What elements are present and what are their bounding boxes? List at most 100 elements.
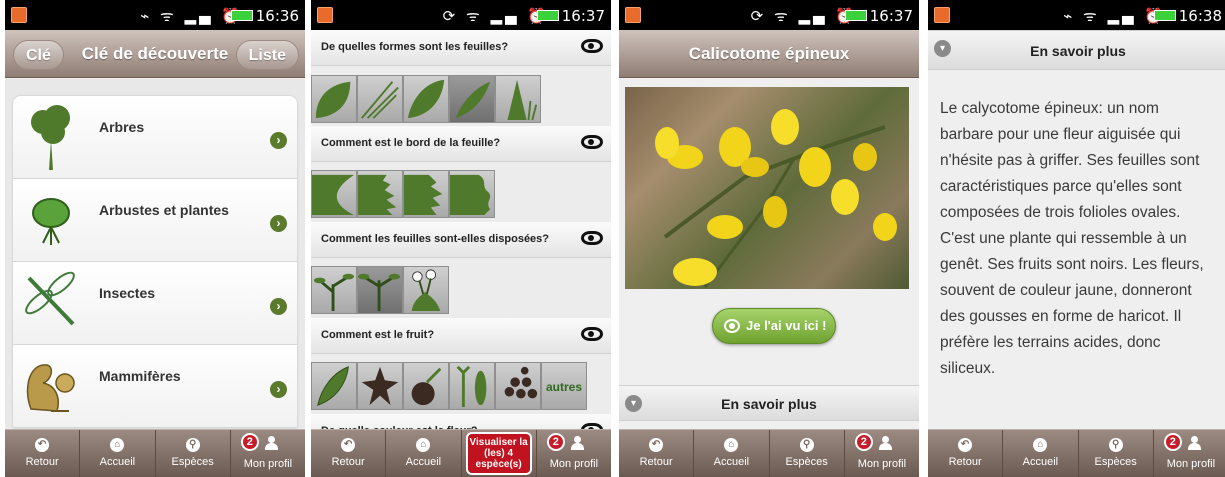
home-button[interactable]: ⌂ Accueil [386,430,462,477]
profile-button[interactable]: 2 Mon profil [845,430,919,477]
toothed-edge-icon [404,174,443,216]
option-lanceolate-leaf[interactable] [449,75,495,123]
lobed-edge-icon [450,174,491,216]
seen-here-button[interactable]: Je l'ai vu ici ! [712,308,836,344]
option-compound-leaf[interactable] [495,75,541,123]
option-lobed-edge[interactable] [449,170,495,218]
eye-icon[interactable] [581,231,603,245]
list-item-label: Mammifères [99,368,181,384]
more-info-bar[interactable]: ▾ En savoir plus [619,385,919,421]
option-star-fruit[interactable] [357,362,403,410]
profile-button[interactable]: 2 Mon profil [1154,430,1225,477]
option-smooth-edge[interactable] [311,170,357,218]
eye-icon [724,319,740,333]
option-other-fruit[interactable]: autres [541,362,587,410]
eye-icon[interactable] [581,39,603,53]
person-icon [570,436,584,450]
signal-icons: ⌁ ᯤ ▂▄ ⏰ [1063,7,1166,25]
status-bar: ⌁ ᯤ ▂▄ ⏰ 16:36 [5,0,305,30]
home-icon: ⌂ [416,438,431,452]
home-button[interactable]: ⌂ Accueil [80,430,156,477]
star-fruit-icon [361,366,399,406]
question-leaf-edge: Comment est le bord de la feuille? [311,126,611,162]
option-rosette[interactable] [403,266,449,314]
profile-button[interactable]: 2 Mon profil [231,430,305,477]
category-list: Arbres › Arbustes et plantes › Insectes … [13,96,297,428]
eye-icon[interactable] [581,135,603,149]
person-icon [264,436,278,450]
battery-icon [845,10,867,21]
smooth-edge-icon [312,174,355,216]
back-arrow-icon: ↶ [341,438,356,452]
screen-identification-key: ⟳ ᯤ ▂▄ ⏰ 16:37 De quelles formes sont le… [311,0,611,477]
list-item-mammiferes[interactable]: Mammifères › [13,345,297,428]
back-button[interactable]: ↶ Retour [619,430,695,477]
option-opposite[interactable] [357,266,403,314]
home-icon: ⌂ [724,438,739,452]
list-item-arbustes[interactable]: Arbustes et plantes › [13,179,297,262]
pod-icon [317,366,349,406]
option-capsule[interactable] [449,362,495,410]
species-photo [625,87,909,289]
option-cluster[interactable] [495,362,541,410]
status-time: 16:37 [869,7,913,25]
bottom-nav: ↶ Retour ⌂ Accueil ⚲ Espèces 2 Mon profil [928,429,1225,477]
dragonfly-icon [25,271,75,326]
status-bar: ⌁ ᯤ ▂▄ ⏰ 16:38 [928,0,1225,30]
profile-button[interactable]: 2 Mon profil [537,430,611,477]
category-area: Arbres › Arbustes et plantes › Insectes … [5,79,305,428]
screen-more-info: ⌁ ᯤ ▂▄ ⏰ 16:38 ▾ En savoir plus Le calyc… [928,0,1225,477]
list-item-label: Insectes [99,285,156,301]
back-arrow-icon: ↶ [958,438,973,452]
fruit-options: autres [311,362,611,410]
alternate-leaves-icon [313,273,355,312]
option-berry[interactable] [403,362,449,410]
list-item-arbres[interactable]: Arbres › [13,96,297,179]
option-serrated-edge[interactable] [357,170,403,218]
home-button[interactable]: ⌂ Accueil [1003,430,1079,477]
option-toothed-edge[interactable] [403,170,449,218]
eye-icon[interactable] [581,327,603,341]
chevron-right-icon: › [270,298,287,315]
notification-icon [934,7,950,23]
question-leaf-arrangement: Comment les feuilles sont-elles disposée… [311,222,611,258]
option-round-leaf[interactable] [311,75,357,123]
capsule-icon [456,365,487,408]
species-description: Le calycotome épineux: un nom barbare po… [940,100,1204,377]
oval-leaf-icon [407,79,445,119]
more-info-bar[interactable]: ▾ En savoir plus [928,30,1225,70]
needle-leaf-icon [361,81,399,119]
bottom-nav: ↶ Retour ⌂ Accueil ⚲ Espèces 2 Mon profil [5,429,305,477]
species-button[interactable]: ⚲ Espèces [770,430,845,477]
signal-icons: ⟳ ᯤ ▂▄ ⏰ [750,7,857,25]
battery-icon [231,10,253,21]
back-button[interactable]: ↶ Retour [5,430,81,477]
notification-badge: 2 [546,433,565,451]
view-species-button[interactable]: Visualiser la (les) 4 espèce(s) [462,430,537,477]
notification-icon [11,7,27,23]
species-title: Calicotome épineux [688,44,850,63]
option-pod[interactable] [311,362,357,410]
option-alternate[interactable] [311,266,357,314]
back-button[interactable]: ↶ Retour [311,430,387,477]
list-button[interactable]: Liste [235,40,299,70]
signal-icons: ⌁ ᯤ ▂▄ ⏰ [140,7,243,25]
battery-icon [537,10,559,21]
leaf-edge-options [311,170,611,218]
home-button[interactable]: ⌂ Accueil [694,430,770,477]
search-icon: ⚲ [185,438,200,452]
search-icon: ⚲ [1108,438,1123,452]
header-bar: Calicotome épineux [619,30,919,78]
chevron-right-icon: › [270,381,287,398]
chevron-right-icon: › [270,215,287,232]
option-needle-leaf[interactable] [357,75,403,123]
arrangement-options [311,266,611,314]
serrated-edge-icon [358,174,397,216]
species-button[interactable]: ⚲ Espèces [156,430,231,477]
option-oval-leaf[interactable] [403,75,449,123]
shrub-icon [32,198,70,245]
berry-icon [411,367,442,406]
list-item-insectes[interactable]: Insectes › [13,262,297,345]
back-button[interactable]: ↶ Retour [928,430,1004,477]
species-button[interactable]: ⚲ Espèces [1079,430,1154,477]
